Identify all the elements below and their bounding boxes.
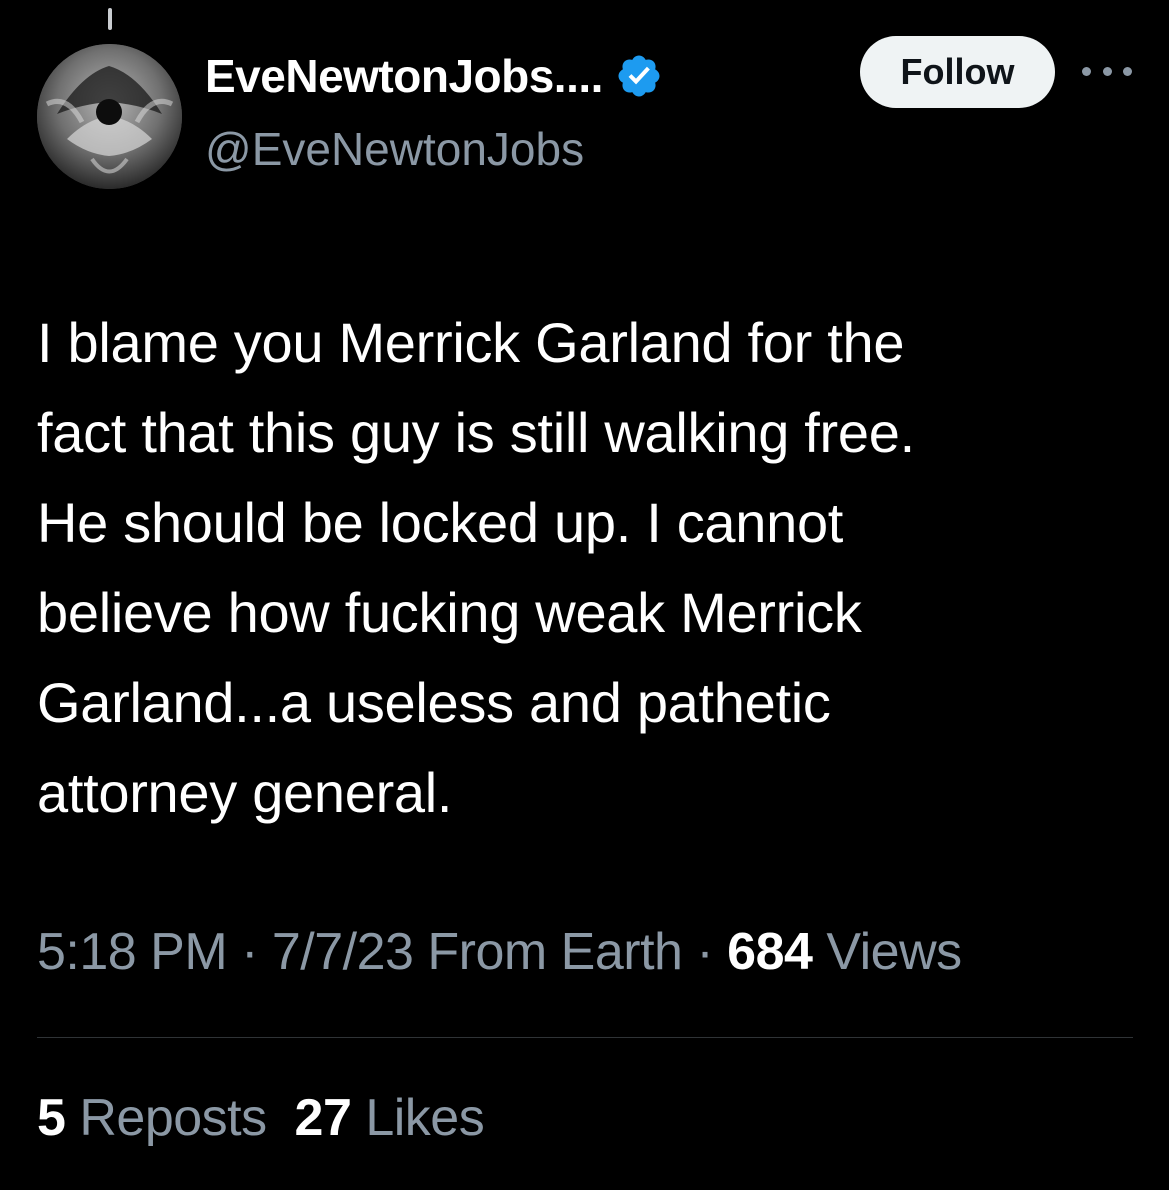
tweet-line: I blame you Merrick Garland for the bbox=[37, 311, 905, 374]
author-handle[interactable]: @EveNewtonJobs bbox=[205, 122, 584, 176]
likes-count: 27 bbox=[294, 1089, 352, 1147]
reposts-stat[interactable]: 5 Reposts bbox=[37, 1089, 267, 1147]
thread-connector-line bbox=[108, 8, 112, 30]
reposts-label: Reposts bbox=[65, 1089, 267, 1147]
likes-stat[interactable]: 27 Likes bbox=[295, 1089, 485, 1147]
profile-photo-icon bbox=[37, 44, 182, 189]
author-name-row[interactable]: EveNewtonJobs.... bbox=[205, 46, 663, 106]
avatar[interactable] bbox=[37, 44, 182, 189]
tweet-line: He should be locked up. I cannot bbox=[37, 491, 844, 554]
dot bbox=[1123, 66, 1132, 76]
tweet-line: believe how fucking weak Merrick bbox=[37, 581, 862, 644]
tweet-line: attorney general. bbox=[37, 761, 453, 824]
tweet-meta: 5:18 PM · 7/7/23 From Earth · 684 Views bbox=[37, 922, 962, 982]
divider bbox=[37, 1037, 1133, 1038]
likes-label: Likes bbox=[351, 1089, 485, 1147]
tweet-line: Garland...a useless and pathetic bbox=[37, 671, 831, 734]
dot bbox=[1102, 66, 1112, 76]
tweet-line: fact that this guy is still walking free… bbox=[37, 401, 915, 464]
dot bbox=[1082, 66, 1091, 76]
tweet-text: I blame you Merrick Garland for the fact… bbox=[37, 298, 1137, 838]
verified-badge-icon bbox=[615, 52, 663, 100]
separator-dot: · bbox=[682, 923, 728, 981]
separator-dot: · bbox=[227, 923, 272, 981]
display-name[interactable]: EveNewtonJobs.... bbox=[205, 49, 603, 103]
views-count: 684 bbox=[727, 923, 813, 981]
more-horizontal-icon[interactable] bbox=[1082, 56, 1132, 86]
engagement-stats: 5 Reposts 27 Likes bbox=[37, 1088, 485, 1148]
follow-button[interactable]: Follow bbox=[860, 36, 1055, 108]
tweet-source: From Earth bbox=[413, 923, 683, 981]
reposts-count: 5 bbox=[37, 1089, 66, 1147]
views-label: Views bbox=[812, 923, 962, 981]
tweet-date[interactable]: 7/7/23 bbox=[272, 923, 414, 981]
tweet-time[interactable]: 5:18 PM bbox=[37, 923, 228, 981]
